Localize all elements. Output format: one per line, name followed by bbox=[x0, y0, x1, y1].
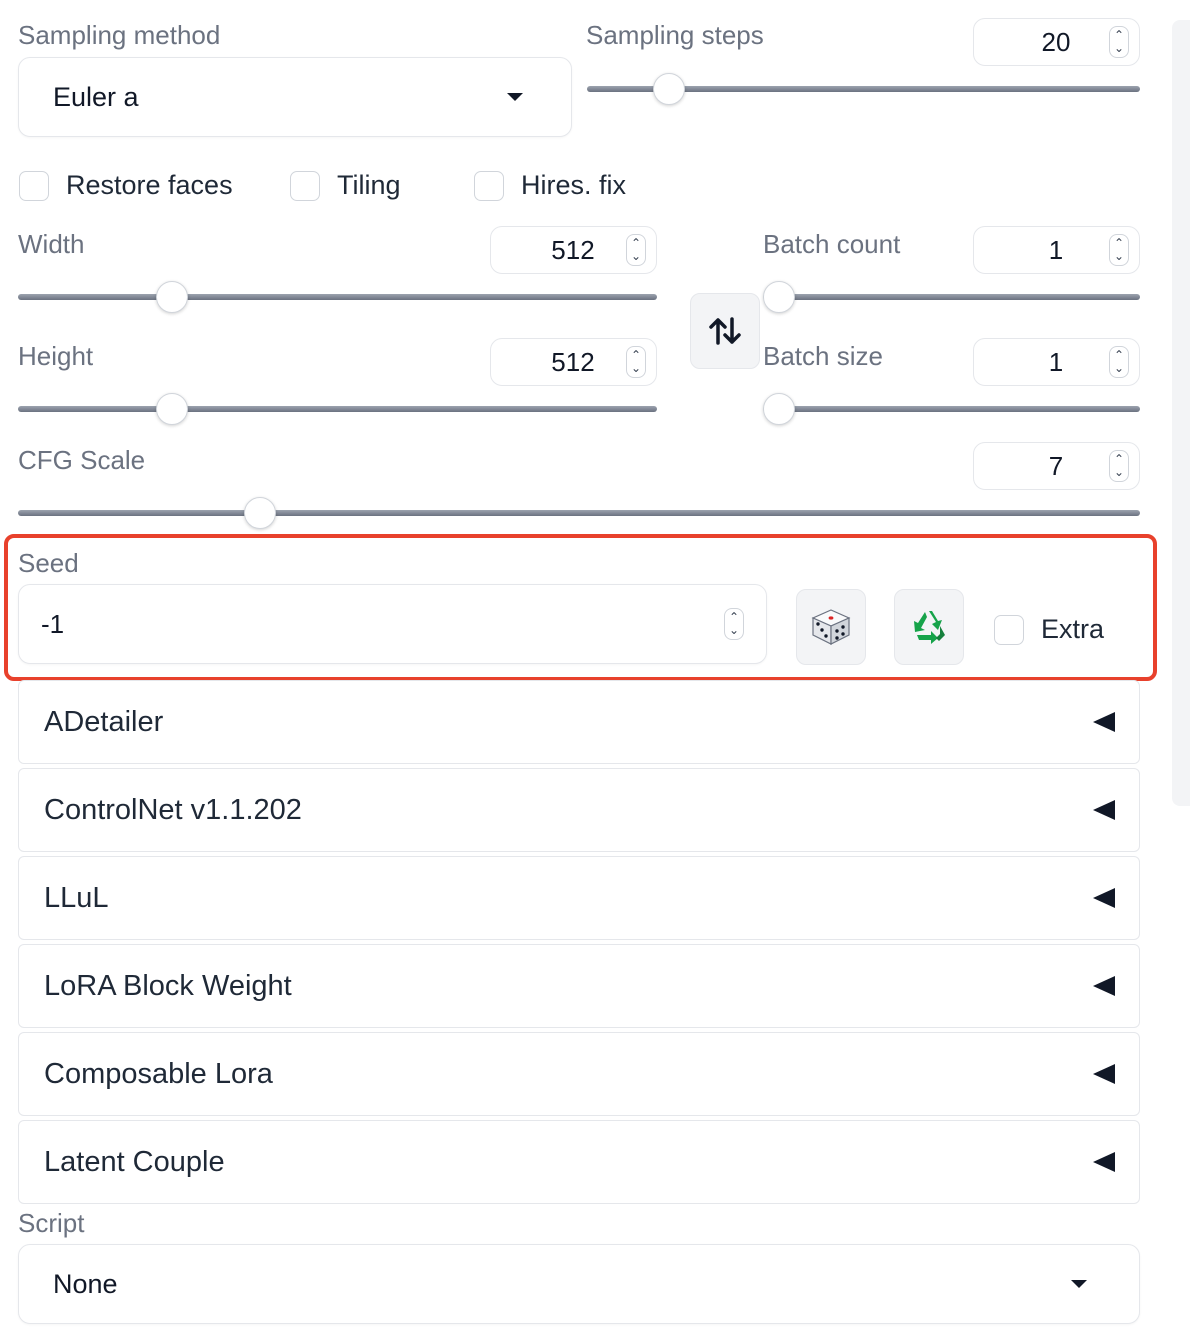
stepper-icon[interactable]: ⌃ ⌄ bbox=[1109, 26, 1129, 58]
extra-checkbox[interactable] bbox=[994, 615, 1024, 645]
batch-size-track[interactable] bbox=[763, 406, 1140, 412]
accordion-title: LoRA Block Weight bbox=[44, 969, 292, 1002]
batch-size-input[interactable]: 1 ⌃ ⌄ bbox=[973, 338, 1140, 386]
stepper-icon[interactable]: ⌃ ⌄ bbox=[626, 346, 646, 378]
stepper-icon[interactable]: ⌃ ⌄ bbox=[1109, 450, 1129, 482]
chevron-down-icon bbox=[1071, 1280, 1087, 1288]
width-track[interactable] bbox=[18, 294, 657, 300]
accordion-controlnet[interactable]: ControlNet v1.1.202 bbox=[18, 768, 1140, 852]
batch-count-label: Batch count bbox=[763, 229, 901, 259]
cfg-scale-label: CFG Scale bbox=[18, 445, 146, 475]
cfg-scale-slider-handle[interactable] bbox=[244, 497, 276, 529]
tiling-checkbox[interactable] bbox=[290, 171, 320, 201]
accordion-title: ADetailer bbox=[44, 705, 164, 738]
accordion-latent-couple[interactable]: Latent Couple bbox=[18, 1120, 1140, 1204]
stepper-icon[interactable]: ⌃ ⌄ bbox=[626, 234, 646, 266]
batch-size-value: 1 bbox=[1048, 346, 1064, 377]
accordion-title: ControlNet v1.1.202 bbox=[44, 793, 302, 826]
height-label: Height bbox=[18, 341, 94, 371]
cfg-scale-value: 7 bbox=[1048, 450, 1064, 481]
triangle-left-icon bbox=[1093, 976, 1115, 996]
accordion-title: LLuL bbox=[44, 881, 109, 914]
accordion-composable-lora[interactable]: Composable Lora bbox=[18, 1032, 1140, 1116]
width-label: Width bbox=[18, 229, 85, 259]
stepper-icon[interactable]: ⌃ ⌄ bbox=[1109, 346, 1129, 378]
dice-icon bbox=[811, 609, 851, 645]
batch-count-slider-handle[interactable] bbox=[763, 281, 795, 313]
accordion-title: Composable Lora bbox=[44, 1057, 273, 1090]
seed-label: Seed bbox=[18, 548, 79, 578]
width-input[interactable]: 512 ⌃ ⌄ bbox=[490, 226, 657, 274]
chevron-down-icon bbox=[507, 93, 523, 101]
tiling-label: Tiling bbox=[337, 170, 401, 200]
script-label: Script bbox=[18, 1208, 85, 1238]
sampling-steps-value: 20 bbox=[1041, 26, 1071, 57]
width-slider-handle[interactable] bbox=[156, 281, 188, 313]
triangle-left-icon bbox=[1093, 1064, 1115, 1084]
triangle-left-icon bbox=[1093, 888, 1115, 908]
script-value: None bbox=[53, 1268, 118, 1299]
height-track[interactable] bbox=[18, 406, 657, 412]
triangle-left-icon bbox=[1093, 800, 1115, 820]
accordion-adetailer[interactable]: ADetailer bbox=[18, 680, 1140, 764]
cfg-scale-input[interactable]: 7 ⌃ ⌄ bbox=[973, 442, 1140, 490]
triangle-left-icon bbox=[1093, 712, 1115, 732]
stepper-icon[interactable]: ⌃ ⌄ bbox=[724, 608, 744, 640]
sampling-steps-slider-handle[interactable] bbox=[653, 73, 685, 105]
height-input[interactable]: 512 ⌃ ⌄ bbox=[490, 338, 657, 386]
script-dropdown[interactable]: None bbox=[18, 1244, 1140, 1324]
seed-input[interactable]: -1 ⌃ ⌄ bbox=[18, 584, 767, 664]
batch-size-slider-handle[interactable] bbox=[763, 393, 795, 425]
triangle-left-icon bbox=[1093, 1152, 1115, 1172]
batch-count-value: 1 bbox=[1048, 234, 1064, 265]
scrollbar[interactable] bbox=[1172, 20, 1190, 806]
stepper-icon[interactable]: ⌃ ⌄ bbox=[1109, 234, 1129, 266]
swap-dimensions-button[interactable] bbox=[690, 293, 760, 369]
sampling-method-value: Euler a bbox=[53, 81, 139, 112]
hires-fix-label: Hires. fix bbox=[521, 170, 627, 200]
reuse-seed-button[interactable] bbox=[894, 589, 964, 665]
sampling-method-label: Sampling method bbox=[18, 20, 221, 50]
swap-arrows-icon bbox=[709, 317, 741, 345]
seed-value: -1 bbox=[41, 608, 65, 639]
batch-size-label: Batch size bbox=[763, 341, 883, 371]
sampling-steps-label: Sampling steps bbox=[586, 20, 764, 50]
width-value: 512 bbox=[551, 234, 595, 265]
batch-count-input[interactable]: 1 ⌃ ⌄ bbox=[973, 226, 1140, 274]
accordion-title: Latent Couple bbox=[44, 1145, 225, 1178]
hires-fix-checkbox[interactable] bbox=[474, 171, 504, 201]
sampling-method-dropdown[interactable]: Euler a bbox=[18, 57, 572, 137]
sampling-steps-input[interactable]: 20 ⌃ ⌄ bbox=[973, 18, 1140, 66]
extra-label: Extra bbox=[1041, 614, 1105, 644]
restore-faces-label: Restore faces bbox=[66, 170, 233, 200]
restore-faces-checkbox[interactable] bbox=[19, 171, 49, 201]
cfg-scale-track[interactable] bbox=[18, 510, 1140, 516]
batch-count-track[interactable] bbox=[763, 294, 1140, 300]
height-slider-handle[interactable] bbox=[156, 393, 188, 425]
recycle-icon bbox=[914, 611, 945, 644]
random-seed-button[interactable] bbox=[796, 589, 866, 665]
height-value: 512 bbox=[551, 346, 595, 377]
accordion-llul[interactable]: LLuL bbox=[18, 856, 1140, 940]
accordion-lora-block-weight[interactable]: LoRA Block Weight bbox=[18, 944, 1140, 1028]
